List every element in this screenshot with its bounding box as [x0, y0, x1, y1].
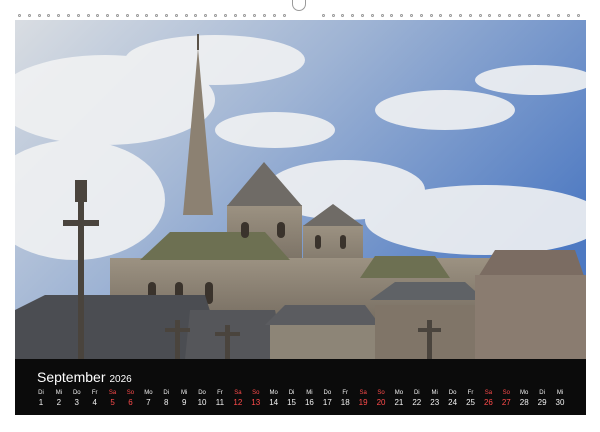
binding-ring — [204, 14, 208, 17]
binding-ring — [282, 14, 286, 17]
binding-ring — [135, 14, 139, 17]
binding-ring — [419, 14, 423, 17]
binding-ring — [76, 14, 80, 17]
binding-ring — [557, 14, 560, 17]
year-label: 2026 — [109, 374, 132, 385]
binding-ring — [478, 14, 482, 17]
cathedral-illustration — [15, 20, 586, 359]
hanger-hook — [292, 0, 306, 11]
binding-ring — [263, 14, 266, 17]
day-number: 30 — [555, 398, 565, 407]
binding-ring — [67, 14, 70, 17]
binding-ring — [47, 14, 51, 17]
binding-ring — [351, 14, 355, 17]
binding-ring — [145, 14, 149, 17]
binding-ring — [96, 14, 100, 17]
binding-ring — [331, 14, 335, 17]
binding-ring — [449, 14, 453, 17]
weekday-label: Mi — [556, 390, 564, 396]
binding-ring — [439, 14, 443, 17]
cathedral-photo — [15, 20, 586, 359]
binding-ring — [459, 14, 462, 17]
binding-ring — [253, 14, 257, 17]
binding-ring — [576, 14, 580, 17]
binding-ring — [361, 14, 364, 17]
binding-ring — [106, 14, 110, 17]
binding-ring — [410, 14, 413, 17]
binding-ring — [194, 14, 198, 17]
binding-ring — [57, 14, 61, 17]
month-name: September — [37, 369, 106, 385]
day-cell: Mi 30 — [550, 389, 570, 409]
binding-ring — [233, 14, 237, 17]
binding-ring — [380, 14, 384, 17]
binding-ring — [537, 14, 541, 17]
binding-ring — [116, 14, 119, 17]
binding-ring — [498, 14, 502, 17]
binding-ring — [547, 14, 551, 17]
binding-ring — [125, 14, 129, 17]
binding-ring — [174, 14, 178, 17]
binding-ring — [517, 14, 521, 17]
binding-ring — [86, 14, 90, 17]
calendar-bar: September 2026 Di 1 Mi 2 Do 3 Fr 4 Sa 5 So 6 Mo 7 Di 8 Mi… — [15, 359, 586, 415]
binding-ring — [566, 14, 570, 17]
binding-ring — [508, 14, 511, 17]
binding-ring — [400, 14, 404, 17]
binding-ring — [341, 14, 345, 17]
binding-ring — [155, 14, 159, 17]
binding-ring — [37, 14, 41, 17]
binding-ring — [223, 14, 227, 17]
binding-ring — [272, 14, 276, 17]
binding-ring — [390, 14, 394, 17]
binding-ring — [165, 14, 168, 17]
month-title: September 2026 — [37, 369, 132, 385]
binding-ring — [429, 14, 433, 17]
binding-ring — [184, 14, 188, 17]
binding-ring — [27, 14, 31, 17]
binding-ring — [468, 14, 472, 17]
binding-ring — [488, 14, 492, 17]
binding-ring — [243, 14, 247, 17]
binding-ring — [527, 14, 531, 17]
binding-ring — [214, 14, 217, 17]
binding-ring — [321, 14, 325, 17]
day-strip: Di 1 Mi 2 Do 3 Fr 4 Sa 5 So 6 Mo 7 Di 8 Mi 9 Do 10 Fr 11 Sa 12 S… — [31, 389, 570, 409]
binding-ring — [370, 14, 374, 17]
binding-ring — [18, 14, 21, 17]
